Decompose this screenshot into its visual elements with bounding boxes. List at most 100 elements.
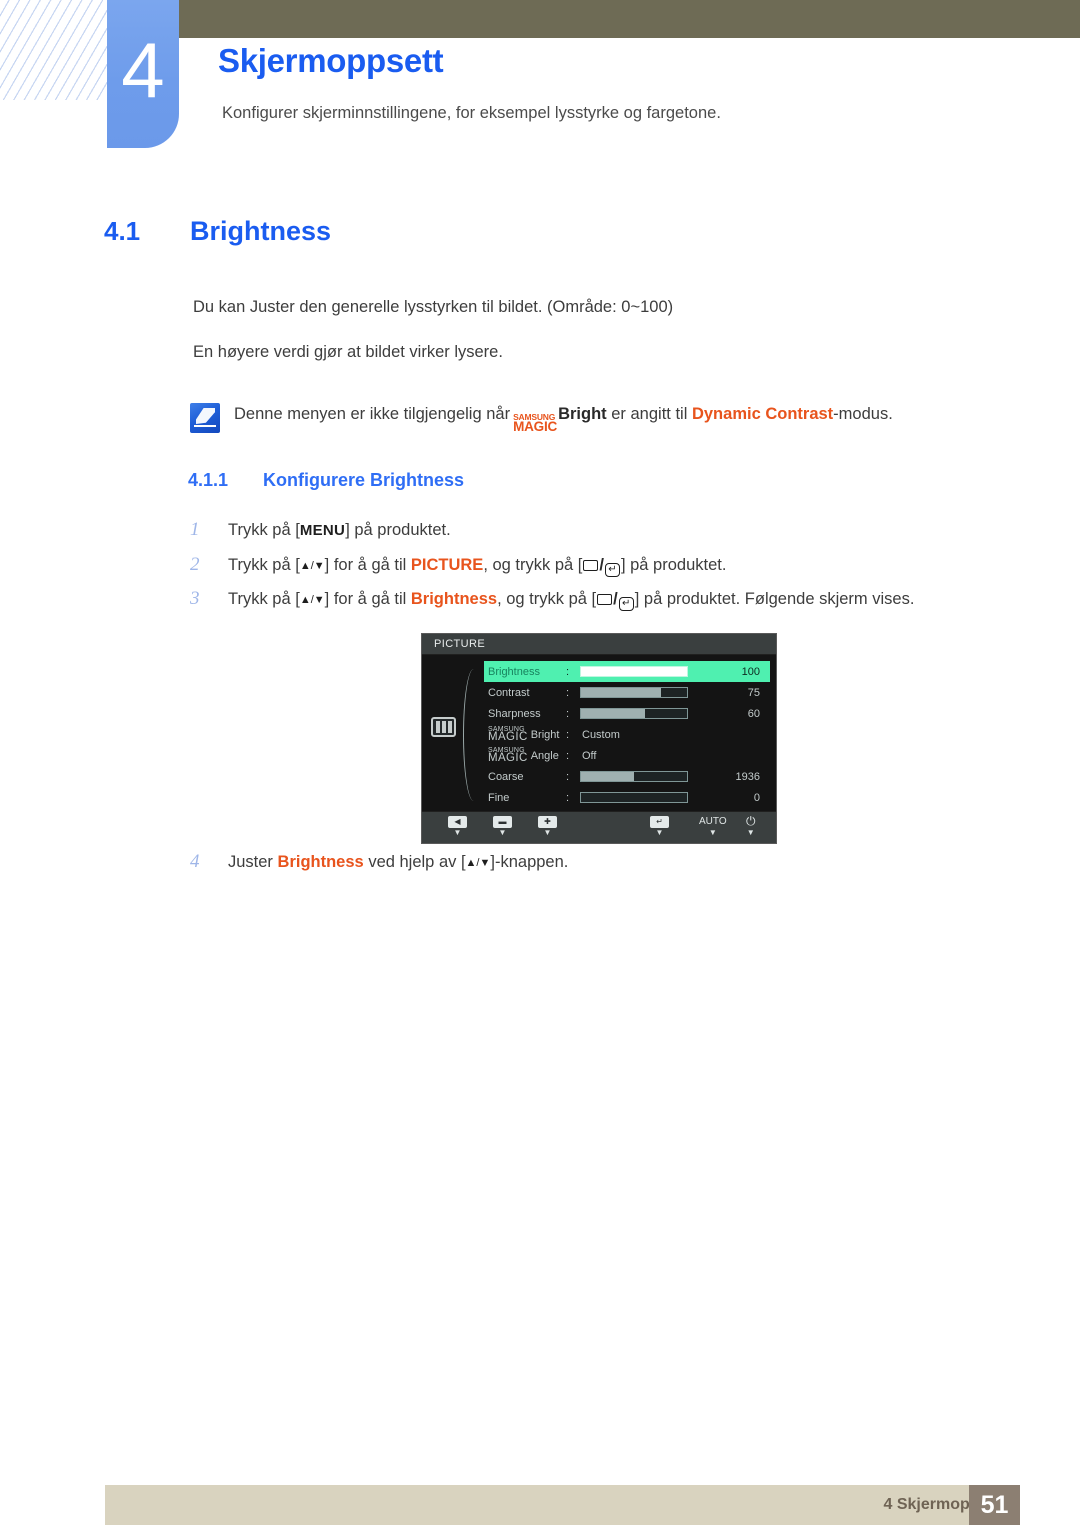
step-text-pre: Trykk på [ [228,590,300,608]
osd-slider-fill [581,772,634,781]
osd-slider-track[interactable] [580,666,688,677]
step-text-mid: ] for å gå til [324,556,407,574]
section-heading: 4.1 Brightness [104,216,331,247]
step-text-pre: Trykk på [ [228,556,300,574]
updown-arrows-glyph: ▲/▼ [465,857,491,869]
auto-button[interactable]: AUTO ▼ [699,815,727,837]
note-pen-icon [190,403,220,433]
osd-row-label: SAMSUNG MAGIC Bright [488,725,560,743]
step-number: 2 [190,554,200,575]
note-block: Denne menyen er ikke tilgjengelig når SA… [190,403,893,433]
step-text: Trykk på [▲/▼] for å gå til Brightness, … [228,590,915,611]
chapter-number: 4 [121,26,165,114]
osd-row-colon: : [566,665,570,678]
osd-row[interactable]: SAMSUNG MAGIC Bright: Custom [484,724,770,745]
left-arrow-button-glyph: ◀ [448,815,467,828]
step-2: 2 Trykk på [▲/▼] for å gå til PICTURE, o… [190,554,727,577]
osd-row-colon: : [566,686,570,699]
osd-row-value: 0 [753,791,760,804]
note-text: Denne menyen er ikke tilgjengelig når SA… [234,404,893,434]
osd-curve-decoration [463,669,485,801]
step-text-post: ] på produktet. Følgende skjerm vises. [634,590,915,608]
osd-row-value: 1936 [735,770,760,783]
decorative-hatch-pattern [0,0,108,100]
subsection-heading: 4.1.1 Konfigurere Brightness [188,470,464,491]
osd-footer-buttons: ◀ ▼ ▬ ▼ ✚ ▼ ↵ ▼ AUTO ▼ ⏻ ▼ [422,811,776,843]
note-magic-suffix: Bright [558,404,607,423]
subsection-title: Konfigurere Brightness [263,470,465,490]
step-text: Juster Brightness ved hjelp av [▲/▼]-kna… [228,853,568,872]
osd-slider-fill [581,709,645,718]
minus-button-caret: ▼ [498,828,507,837]
step-number: 1 [190,519,200,540]
section-paragraph-2: En høyere verdi gjør at bildet virker ly… [193,343,503,361]
osd-row[interactable]: Sharpness: 60 [484,703,770,724]
osd-menu-list: Brightness: 100 Contrast: 75 Sharpness: 60 SAM… [484,661,770,808]
osd-screenshot: PICTURE Brightness: 100 Contrast: 75 Sharpne… [421,633,777,844]
enter-button[interactable]: ↵ ▼ [650,815,669,837]
step-text: Trykk på [▲/▼] for å gå til PICTURE, og … [228,556,727,577]
osd-slider-track[interactable] [580,771,688,782]
osd-row-colon: : [566,707,570,720]
section-paragraph-1: Du kan Juster den generelle lysstyrken t… [193,298,674,316]
auto-button-glyph: AUTO [699,816,727,827]
osd-row[interactable]: SAMSUNG MAGIC Angle: Off [484,745,770,766]
note-text-middle: er angitt til [611,404,688,423]
osd-body: Brightness: 100 Contrast: 75 Sharpness: 60 SAM… [422,655,776,811]
minus-button[interactable]: ▬ ▼ [493,815,512,837]
page-footer-bar: 4 Skjermoppsett [105,1485,1020,1525]
step-text-mid: ved hjelp av [ [368,853,466,871]
menu-key-label: MENU [299,522,346,539]
osd-row-value: 60 [747,707,760,720]
samsung-magic-logo: SAMSUNG MAGIC [513,412,558,434]
samsung-magic-logo: SAMSUNG MAGIC [488,746,528,764]
note-text-after: -modus. [833,404,893,423]
step-4: 4 Juster Brightness ved hjelp av [▲/▼]-k… [190,851,568,873]
osd-row[interactable]: Brightness: 100 [484,661,770,682]
osd-row-colon: : [566,749,570,762]
osd-slider-track[interactable] [580,687,688,698]
auto-button-caret: ▼ [708,828,717,837]
power-button-glyph: ⏻ [746,814,756,828]
note-highlight: Dynamic Contrast [691,404,834,423]
step-text-pre: Trykk på [ [228,521,300,539]
osd-row-value: Custom [582,728,620,741]
section-number: 4.1 [104,216,141,246]
step-text-post: ] på produktet. [345,521,451,539]
step-3: 3 Trykk på [▲/▼] for å gå til Brightness… [190,588,915,611]
updown-arrows-glyph: ▲/▼ [299,560,325,572]
step-text-pre: Juster [228,853,273,871]
picture-bars-icon [431,717,456,737]
osd-row-colon: : [566,770,570,783]
osd-row[interactable]: Fine: 0 [484,787,770,808]
minus-button-glyph: ▬ [493,815,512,828]
osd-row-value: 100 [741,665,760,678]
step-text: Trykk på [MENU] på produktet. [228,521,451,540]
footer-page-number: 51 [969,1485,1020,1525]
step-text-mid2: , og trykk på [ [483,556,583,574]
osd-slider-track[interactable] [580,708,688,719]
samsung-magic-logo: SAMSUNG MAGIC [488,725,528,743]
plus-button-glyph: ✚ [538,815,557,828]
step-target-brightness: Brightness [410,590,498,608]
plus-button[interactable]: ✚ ▼ [538,815,557,837]
osd-slider-fill [581,667,687,676]
osd-row-value: 75 [747,686,760,699]
osd-row-colon: : [566,791,570,804]
power-button[interactable]: ⏻ ▼ [746,815,756,837]
osd-row-label: Brightness [488,665,540,678]
chapter-title: Skjermoppsett [218,42,444,79]
osd-row[interactable]: Contrast: 75 [484,682,770,703]
chapter-subtitle: Konfigurer skjerminnstillingene, for eks… [222,104,721,122]
step-target-brightness: Brightness [277,853,364,871]
updown-arrows-glyph: ▲/▼ [299,594,325,606]
step-number: 4 [190,851,200,872]
header-olive-bar [108,0,1080,38]
step-text-post: ]-knappen. [490,853,569,871]
power-button-caret: ▼ [746,828,755,837]
osd-slider-track[interactable] [580,792,688,803]
osd-row[interactable]: Coarse: 1936 [484,766,770,787]
left-arrow-button[interactable]: ◀ ▼ [448,815,467,837]
enter-button-glyph: ↵ [650,815,669,828]
magic-bottom-text: MAGIC [513,418,558,434]
